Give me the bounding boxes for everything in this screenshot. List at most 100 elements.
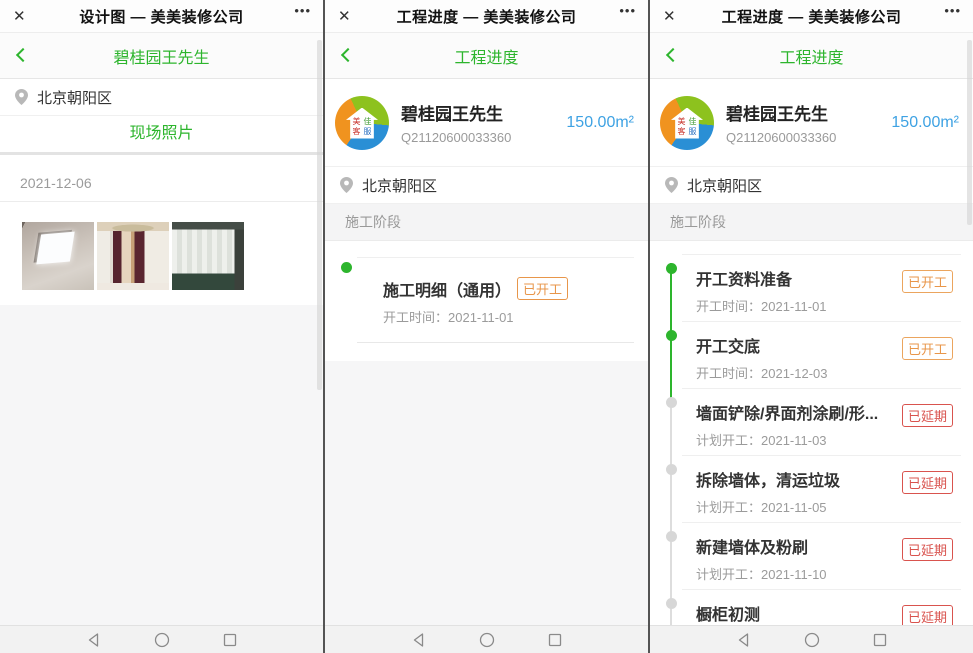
stage-title: 开工资料准备	[696, 266, 893, 290]
nav-home-icon[interactable]	[154, 632, 170, 648]
customer-code: Q21120600033360	[401, 130, 566, 145]
stage-dot-green	[666, 263, 677, 274]
stage-title: 开工交底	[696, 333, 893, 357]
close-icon[interactable]: ✕	[338, 7, 351, 25]
customer-card: 美佳客服 碧桂园王先生 Q21120600033360 150.00m²	[325, 79, 648, 167]
location-row: 北京朝阳区	[0, 79, 323, 116]
logo-house-shape: 美佳客服	[346, 108, 378, 139]
stage-item[interactable]: 墙面铲除/界面剂涂刷/形... 计划开工：2021-11-03 已延期	[682, 388, 961, 455]
nav-recents-icon[interactable]	[222, 632, 238, 648]
nav-back-icon[interactable]	[411, 632, 427, 648]
stage-title: 施工明细（通用）	[383, 283, 511, 300]
customer-code: Q21120600033360	[726, 130, 891, 145]
close-icon[interactable]: ✕	[13, 7, 26, 25]
location-pin-icon	[15, 89, 28, 105]
empty-area	[325, 361, 648, 625]
site-photos-tab[interactable]: 现场照片	[0, 116, 323, 155]
nav-recents-icon[interactable]	[872, 632, 888, 648]
page-title: 碧桂园王先生	[113, 44, 209, 68]
customer-name: 碧桂园王先生	[726, 100, 891, 125]
nav-home-icon[interactable]	[804, 632, 820, 648]
status-badge: 已延期	[902, 538, 953, 561]
stage-item[interactable]: 橱柜初测 已延期	[682, 589, 961, 625]
stage-item[interactable]: 新建墙体及粉刷 计划开工：2021-11-10 已延期	[682, 522, 961, 589]
stage-dot-gray	[666, 598, 677, 609]
logo-char: 服	[689, 128, 697, 136]
stage-dot-green	[666, 330, 677, 341]
webview-titlebar: ✕ 工程进度 — 美美装修公司 •••	[650, 0, 973, 33]
android-navbar	[325, 625, 648, 653]
stage-dot-gray	[666, 397, 677, 408]
stage-date: 计划开工：2021-11-05	[696, 497, 961, 516]
more-menu-icon[interactable]: •••	[619, 3, 636, 18]
location-row: 北京朝阳区	[650, 167, 973, 204]
stage-date: 开工时间：2021-11-01	[383, 307, 634, 326]
nav-back-icon[interactable]	[86, 632, 102, 648]
section-label: 施工阶段	[650, 204, 973, 241]
location-pin-icon	[665, 177, 678, 193]
page-header: 工程进度	[325, 33, 648, 79]
android-navbar	[650, 625, 973, 653]
back-icon[interactable]	[341, 48, 355, 62]
stage-item[interactable]: 开工资料准备 开工时间：2021-11-01 已开工	[682, 254, 961, 321]
location-text: 北京朝阳区	[362, 175, 437, 196]
skylight-shape	[37, 231, 76, 264]
logo-char: 佳	[364, 118, 372, 126]
stage-item[interactable]: 施工明细（通用） 已开工 开工时间：2021-11-01	[357, 257, 634, 343]
stage-dot-gray	[666, 464, 677, 475]
nav-back-icon[interactable]	[736, 632, 752, 648]
panel-progress-detail: ✕ 工程进度 — 美美装修公司 ••• 工程进度 美佳客服 碧桂园王先生 Q21…	[650, 0, 973, 653]
company-logo-icon: 美佳客服	[335, 96, 389, 150]
back-icon[interactable]	[666, 48, 680, 62]
photo-curtains-chandelier[interactable]	[97, 222, 169, 290]
stage-item[interactable]: 拆除墙体，清运垃圾 计划开工：2021-11-05 已延期	[682, 455, 961, 522]
area-value: 150.00m²	[566, 114, 634, 132]
page-header: 工程进度	[650, 33, 973, 79]
customer-card: 美佳客服 碧桂园王先生 Q21120600033360 150.00m²	[650, 79, 973, 167]
stage-title: 拆除墙体，清运垃圾	[696, 467, 893, 491]
stage-date: 计划开工：2021-11-03	[696, 430, 961, 449]
company-logo-icon: 美佳客服	[660, 96, 714, 150]
close-icon[interactable]: ✕	[663, 7, 676, 25]
stage-title: 墙面铲除/界面剂涂刷/形...	[696, 400, 893, 424]
more-menu-icon[interactable]: •••	[944, 3, 961, 18]
status-badge: 已延期	[902, 605, 953, 625]
stage-item[interactable]: 开工交底 开工时间：2021-12-03 已开工	[682, 321, 961, 388]
logo-char: 服	[364, 128, 372, 136]
stage-dot-gray	[666, 531, 677, 542]
scrollbar[interactable]	[317, 40, 322, 390]
back-icon[interactable]	[16, 48, 30, 62]
panel-progress-summary: ✕ 工程进度 — 美美装修公司 ••• 工程进度 美佳客服 碧桂园王先生 Q21…	[325, 0, 648, 653]
logo-char: 美	[678, 118, 686, 126]
photo-corner-window[interactable]	[172, 222, 244, 290]
more-menu-icon[interactable]: •••	[294, 3, 311, 18]
status-badge: 已开工	[517, 277, 568, 300]
customer-info: 碧桂园王先生 Q21120600033360	[401, 100, 566, 145]
status-badge: 已开工	[902, 337, 953, 360]
location-row: 北京朝阳区	[325, 167, 648, 204]
stage-date: 开工时间：2021-11-01	[696, 296, 961, 315]
scrollbar[interactable]	[967, 40, 972, 225]
timeline-rail-pending	[670, 399, 672, 625]
section-label: 施工阶段	[325, 204, 648, 241]
stage-date: 开工时间：2021-12-03	[696, 363, 961, 382]
status-badge: 已延期	[902, 471, 953, 494]
panel-design-photos: ✕ 设计图 — 美美装修公司 ••• 碧桂园王先生 北京朝阳区 现场照片 202…	[0, 0, 323, 653]
nav-recents-icon[interactable]	[547, 632, 563, 648]
stage-list: 开工资料准备 开工时间：2021-11-01 已开工 开工交底 开工时间：202…	[650, 254, 973, 625]
area-value: 150.00m²	[891, 114, 959, 132]
page-title: 工程进度	[779, 44, 843, 68]
logo-char: 佳	[689, 118, 697, 126]
stage-title: 新建墙体及粉刷	[696, 534, 893, 558]
nav-home-icon[interactable]	[479, 632, 495, 648]
logo-char: 客	[353, 128, 361, 136]
webview-title: 设计图 — 美美装修公司	[79, 6, 243, 27]
stage-title: 橱柜初测	[696, 601, 893, 625]
customer-name: 碧桂园王先生	[401, 100, 566, 125]
webview-title: 工程进度 — 美美装修公司	[722, 6, 902, 27]
android-navbar	[0, 625, 323, 653]
location-text: 北京朝阳区	[687, 175, 762, 196]
photo-thumbnails	[0, 202, 323, 290]
logo-char: 美	[353, 118, 361, 126]
photo-ceiling-skylight[interactable]	[22, 222, 94, 290]
